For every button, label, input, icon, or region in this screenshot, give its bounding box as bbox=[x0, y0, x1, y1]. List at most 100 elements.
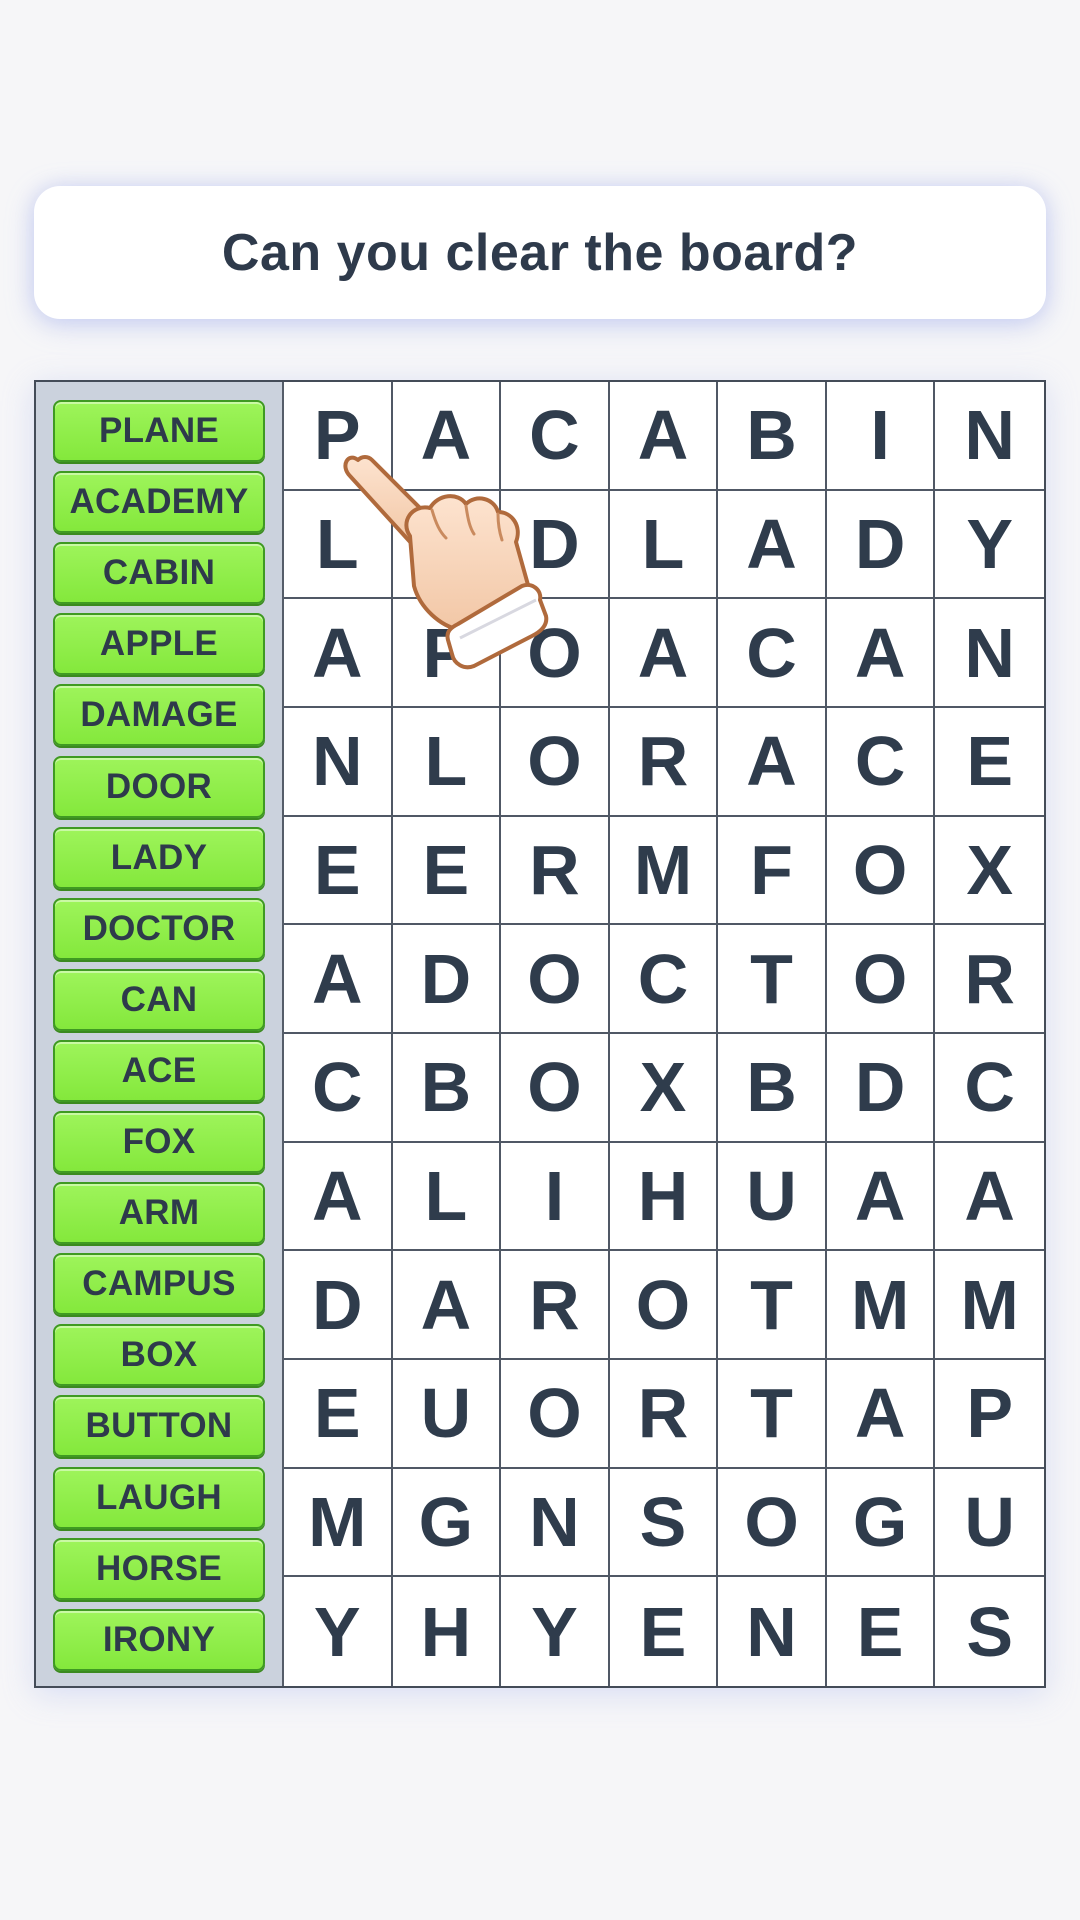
letter-cell-r8c5[interactable]: U bbox=[718, 1142, 827, 1252]
letter-cell-r9c4[interactable]: O bbox=[609, 1251, 719, 1360]
letter-cell-r5c7[interactable]: X bbox=[935, 817, 1044, 926]
letter-cell-r7c7[interactable]: C bbox=[935, 1034, 1044, 1143]
letter-cell-r7c3[interactable]: O bbox=[501, 1033, 610, 1143]
letter-cell-r2c3[interactable]: D bbox=[501, 490, 610, 600]
letter-cell-r5c6[interactable]: O bbox=[826, 816, 936, 926]
letter-cell-r4c4[interactable]: R bbox=[609, 707, 719, 817]
letter-cell-r6c7[interactable]: R bbox=[935, 925, 1044, 1034]
letter-cell-r1c7[interactable]: N bbox=[935, 382, 1044, 491]
word-chip-can: CAN bbox=[53, 968, 265, 1031]
letter-cell-r6c5[interactable]: T bbox=[718, 925, 827, 1034]
letter-cell-r1c3[interactable]: C bbox=[501, 382, 610, 491]
word-chip-apple: APPLE bbox=[53, 613, 265, 676]
letter-cell-r4c1[interactable]: N bbox=[284, 707, 393, 817]
letter-cell-r3c6[interactable]: A bbox=[826, 599, 936, 708]
letter-cell-r1c1[interactable]: P bbox=[284, 382, 393, 491]
letter-cell-r9c5[interactable]: T bbox=[718, 1251, 827, 1360]
letter-cell-r2c6[interactable]: D bbox=[826, 490, 936, 600]
letter-cell-r5c5[interactable]: F bbox=[718, 816, 827, 926]
letter-cell-r5c3[interactable]: R bbox=[501, 816, 610, 926]
letter-cell-r12c2[interactable]: H bbox=[393, 1577, 502, 1686]
letter-cell-r5c1[interactable]: E bbox=[284, 816, 393, 926]
letter-cell-r3c1[interactable]: A bbox=[284, 599, 393, 708]
word-chip-button: BUTTON bbox=[53, 1395, 265, 1458]
letter-cell-r1c6[interactable]: I bbox=[826, 382, 936, 491]
word-chip-ace: ACE bbox=[53, 1039, 265, 1102]
letter-cell-r11c6[interactable]: G bbox=[826, 1468, 936, 1578]
word-chip-cabin: CABIN bbox=[53, 542, 265, 605]
letter-cell-r10c1[interactable]: E bbox=[284, 1359, 393, 1469]
letter-cell-r11c2[interactable]: G bbox=[392, 1468, 502, 1578]
letter-cell-r4c5[interactable]: A bbox=[718, 707, 827, 817]
word-chip-damage: DAMAGE bbox=[53, 684, 265, 747]
letter-cell-r10c4[interactable]: R bbox=[609, 1359, 719, 1469]
letter-cell-r2c1[interactable]: L bbox=[284, 490, 393, 600]
letter-cell-r3c4[interactable]: A bbox=[609, 599, 719, 708]
letter-cell-r12c4[interactable]: E bbox=[610, 1577, 719, 1686]
letter-cell-r9c1[interactable]: D bbox=[284, 1251, 393, 1360]
letter-cell-r8c1[interactable]: A bbox=[284, 1142, 393, 1252]
word-chip-campus: CAMPUS bbox=[53, 1253, 265, 1316]
letter-cell-r6c2[interactable]: D bbox=[392, 925, 502, 1034]
letter-cell-r9c3[interactable]: R bbox=[501, 1251, 610, 1360]
letter-cell-r11c7[interactable]: U bbox=[935, 1469, 1044, 1578]
letter-cell-r6c1[interactable]: A bbox=[284, 925, 393, 1034]
letter-cell-r9c2[interactable]: A bbox=[392, 1251, 502, 1360]
letter-cell-r8c3[interactable]: I bbox=[501, 1142, 610, 1252]
word-chip-door: DOOR bbox=[53, 755, 265, 818]
word-chip-arm: ARM bbox=[53, 1182, 265, 1245]
letter-cell-r6c6[interactable]: O bbox=[826, 925, 936, 1034]
letter-cell-r3c5[interactable]: C bbox=[718, 599, 827, 708]
letter-cell-r7c6[interactable]: D bbox=[826, 1033, 936, 1143]
letter-cell-r12c3[interactable]: Y bbox=[501, 1577, 610, 1686]
letter-cell-r6c4[interactable]: C bbox=[609, 925, 719, 1034]
letter-cell-r12c5[interactable]: N bbox=[718, 1577, 827, 1686]
letter-cell-r8c7[interactable]: A bbox=[935, 1143, 1044, 1252]
letter-cell-r12c7[interactable]: S bbox=[935, 1577, 1044, 1686]
word-list-panel: PLANE ACADEMY CABIN APPLE DAMAGE DOOR LADY DOCT… bbox=[36, 382, 284, 1686]
letter-cell-r4c2[interactable]: L bbox=[392, 707, 502, 817]
letter-cell-r8c2[interactable]: L bbox=[392, 1142, 502, 1252]
letter-cell-r11c3[interactable]: N bbox=[501, 1468, 610, 1578]
letter-cell-r3c2[interactable]: P bbox=[392, 599, 502, 708]
letter-cell-r7c4[interactable]: X bbox=[609, 1033, 719, 1143]
letter-cell-r10c7[interactable]: P bbox=[935, 1360, 1044, 1469]
letter-cell-r10c2[interactable]: U bbox=[392, 1359, 502, 1469]
letter-cell-r10c6[interactable]: A bbox=[826, 1359, 936, 1469]
letter-cell-r8c6[interactable]: A bbox=[826, 1142, 936, 1252]
letter-cell-r2c4[interactable]: L bbox=[609, 490, 719, 600]
letter-cell-r3c3[interactable]: O bbox=[501, 599, 610, 708]
letter-cell-r4c6[interactable]: C bbox=[826, 707, 936, 817]
letter-cell-r12c6[interactable]: E bbox=[827, 1577, 936, 1686]
letter-cell-r5c2[interactable]: E bbox=[392, 816, 502, 926]
board-title: Can you clear the board? bbox=[221, 223, 859, 282]
letter-cell-r12c1[interactable]: Y bbox=[284, 1577, 393, 1686]
letter-cell-r2c5[interactable]: A bbox=[718, 490, 827, 600]
letter-cell-r10c5[interactable]: T bbox=[718, 1359, 827, 1469]
letter-cell-r1c4[interactable]: A bbox=[609, 382, 719, 491]
letter-cell-r2c2[interactable] bbox=[392, 490, 502, 600]
letter-cell-r7c1[interactable]: C bbox=[284, 1033, 393, 1143]
letter-cell-r2c7[interactable]: Y bbox=[935, 491, 1044, 600]
letter-cell-r1c5[interactable]: B bbox=[718, 382, 827, 491]
title-card: Can you clear the board? bbox=[34, 186, 1046, 319]
letter-cell-r3c7[interactable]: N bbox=[935, 599, 1044, 708]
letter-cell-r10c3[interactable]: O bbox=[501, 1359, 610, 1469]
letter-cell-r11c5[interactable]: O bbox=[718, 1468, 827, 1578]
letter-cell-r9c7[interactable]: M bbox=[935, 1251, 1044, 1360]
letter-cell-r9c6[interactable]: M bbox=[826, 1251, 936, 1360]
letter-cell-r4c7[interactable]: E bbox=[935, 708, 1044, 817]
letter-grid[interactable]: PACABINLDLADYAPOACANNLORACEEERMFOXADOCTO… bbox=[284, 382, 1044, 1686]
letter-cell-r7c5[interactable]: B bbox=[718, 1033, 827, 1143]
word-chip-lady: LADY bbox=[53, 826, 265, 889]
letter-cell-r6c3[interactable]: O bbox=[501, 925, 610, 1034]
letter-cell-r8c4[interactable]: H bbox=[609, 1142, 719, 1252]
letter-cell-r5c4[interactable]: M bbox=[609, 816, 719, 926]
letter-cell-r4c3[interactable]: O bbox=[501, 707, 610, 817]
word-chip-doctor: DOCTOR bbox=[53, 897, 265, 960]
word-chip-horse: HORSE bbox=[53, 1537, 265, 1600]
letter-cell-r11c1[interactable]: M bbox=[284, 1468, 393, 1578]
letter-cell-r11c4[interactable]: S bbox=[609, 1468, 719, 1578]
letter-cell-r1c2[interactable]: A bbox=[392, 382, 502, 491]
letter-cell-r7c2[interactable]: B bbox=[392, 1033, 502, 1143]
